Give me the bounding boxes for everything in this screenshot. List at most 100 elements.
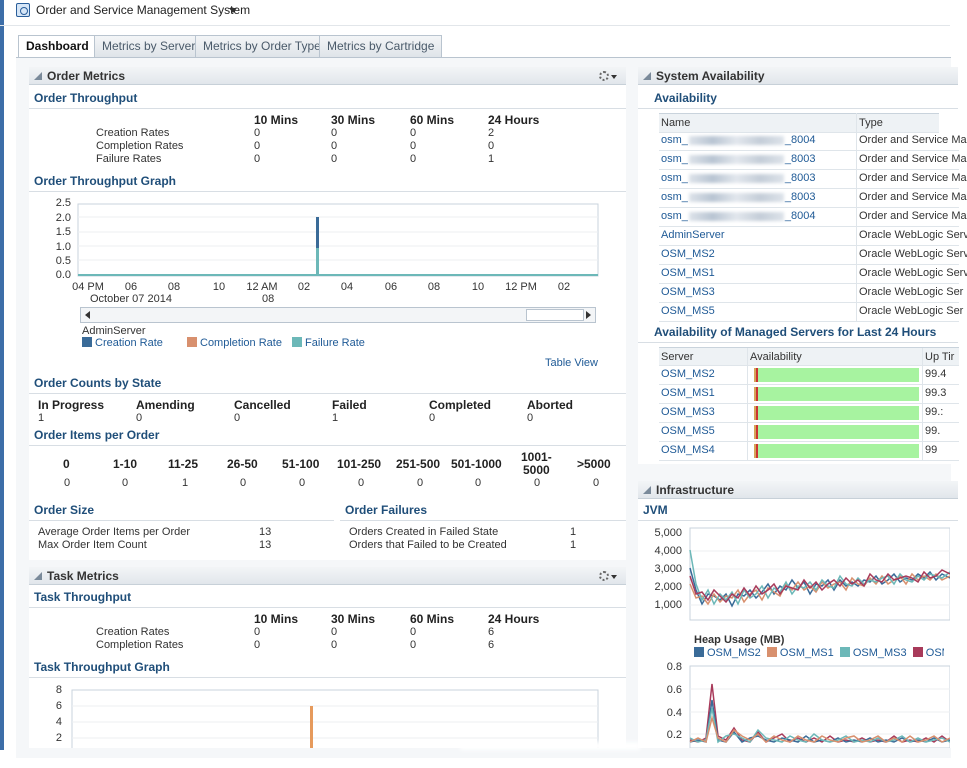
legend-osm-ms3[interactable]: OSM_MS3 bbox=[839, 647, 907, 659]
server-link[interactable]: OSM_MS3 bbox=[661, 406, 715, 418]
tab-metrics-by-server[interactable]: Metrics by Server bbox=[94, 35, 204, 57]
divider bbox=[29, 191, 626, 192]
server-link[interactable]: OSM_MS2 bbox=[661, 248, 715, 260]
collapse-icon[interactable] bbox=[643, 72, 651, 80]
uptime-value: 99.: bbox=[925, 406, 944, 418]
server-link[interactable]: OSM_MS2 bbox=[661, 368, 715, 380]
scroll-left-icon[interactable] bbox=[85, 311, 90, 319]
collapse-icon[interactable] bbox=[643, 486, 651, 494]
table-row[interactable]: AdminServer Oracle WebLogic Serv bbox=[659, 227, 967, 246]
infrastructure-title: Infrastructure bbox=[656, 483, 735, 497]
x-tick: 02 bbox=[298, 281, 310, 293]
app-icon[interactable] bbox=[16, 3, 30, 17]
divider bbox=[29, 445, 626, 446]
bucket-value: 0 bbox=[64, 477, 71, 489]
state-value: 0 bbox=[527, 412, 534, 424]
task-throughput-chart[interactable]: 8 6 4 2 bbox=[40, 682, 610, 748]
task-metrics-header[interactable]: Task Metrics bbox=[29, 567, 626, 585]
gear-icon[interactable] bbox=[599, 70, 617, 82]
legend-creation-rate[interactable]: Creation Rate bbox=[82, 337, 163, 349]
order-items-title: Order Items per Order bbox=[34, 428, 160, 442]
heap-usage-chart[interactable]: 0.8 0.6 0.4 0.2 bbox=[640, 662, 950, 748]
scroll-thumb[interactable] bbox=[526, 309, 584, 321]
legend-label: Creation Rate bbox=[95, 337, 163, 349]
col-name[interactable]: Name bbox=[661, 117, 690, 129]
server-link[interactable]: osm_ _8004 bbox=[661, 210, 816, 222]
server-link[interactable]: osm_ _8004 bbox=[661, 134, 816, 146]
system-availability-header[interactable]: System Availability bbox=[638, 67, 958, 85]
server-link[interactable]: OSM_MS1 bbox=[661, 387, 715, 399]
y-tick: 2,000 bbox=[654, 581, 682, 593]
gear-icon[interactable] bbox=[599, 570, 617, 582]
x-tick: 10 bbox=[472, 281, 484, 293]
legend-swatch bbox=[187, 337, 197, 347]
server-link[interactable]: OSM_MS4 bbox=[661, 444, 715, 456]
y-tick: 4 bbox=[56, 716, 62, 728]
legend-osm[interactable]: OSM bbox=[912, 647, 944, 659]
managed-availability-title: Availability of Managed Servers for Last… bbox=[654, 325, 937, 339]
redacted bbox=[688, 154, 784, 164]
tab-metrics-by-order-type[interactable]: Metrics by Order Type bbox=[195, 35, 329, 57]
legend-osm-ms2[interactable]: OSM_MS2 bbox=[694, 647, 761, 659]
col-uptime[interactable]: Up Tir bbox=[925, 351, 954, 363]
bucket-label: 11-25 bbox=[168, 457, 199, 471]
divider bbox=[29, 393, 626, 394]
value-cell: 0 bbox=[331, 153, 338, 165]
table-row[interactable]: OSM_MS5 Oracle WebLogic Ser bbox=[659, 303, 963, 322]
availability-table: Name Type bbox=[659, 113, 939, 133]
x-tick: 08 bbox=[168, 281, 180, 293]
app-title[interactable]: Order and Service Management System bbox=[36, 3, 250, 17]
state-value: 1 bbox=[332, 412, 339, 424]
divider bbox=[29, 607, 626, 608]
table-row[interactable]: OSM_MS2 Oracle WebLogic Serv bbox=[659, 246, 967, 265]
failure-value: 1 bbox=[570, 539, 577, 551]
infrastructure-header[interactable]: Infrastructure bbox=[638, 481, 958, 499]
legend-osm-ms1[interactable]: OSM_MS1 bbox=[766, 647, 834, 659]
table-view-link[interactable]: Table View bbox=[545, 357, 598, 369]
failure-label: Orders that Failed to be Created bbox=[349, 539, 507, 551]
y-tick: 1.0 bbox=[56, 241, 71, 253]
tab-dashboard[interactable]: Dashboard bbox=[18, 35, 97, 58]
x-tick: 04 PM bbox=[72, 281, 104, 293]
server-link[interactable]: osm_ _8003 bbox=[661, 191, 816, 203]
col-10-mins: 10 Mins bbox=[254, 113, 299, 127]
col-server[interactable]: Server bbox=[661, 351, 693, 363]
table-row[interactable]: osm_ _8003 Order and Service Mar bbox=[659, 170, 967, 189]
table-row[interactable]: osm_ _8004 Order and Service Ma bbox=[659, 132, 967, 151]
scroll-right-icon[interactable] bbox=[586, 311, 591, 319]
order-throughput-graph-title: Order Throughput Graph bbox=[34, 174, 176, 188]
table-row[interactable]: osm_ _8003 Order and Service Mar bbox=[659, 151, 967, 170]
server-link[interactable]: osm_ _8003 bbox=[661, 153, 816, 165]
server-link[interactable]: AdminServer bbox=[661, 229, 725, 241]
server-link[interactable]: OSM_MS1 bbox=[661, 267, 715, 279]
server-link[interactable]: OSM_MS5 bbox=[661, 305, 715, 317]
chart-scrollbar[interactable] bbox=[80, 307, 596, 323]
state-value: 0 bbox=[234, 412, 241, 424]
order-throughput-chart[interactable]: 2.5 2.0 1.5 1.0 0.5 0.0 04 PM 06 08 10 1… bbox=[40, 196, 610, 306]
server-link[interactable]: osm_ _8003 bbox=[661, 172, 816, 184]
divider bbox=[29, 520, 334, 521]
legend-failure-rate[interactable]: Failure Rate bbox=[292, 337, 365, 349]
col-type[interactable]: Type bbox=[859, 117, 883, 129]
table-row[interactable]: osm_ _8003 Order and Service Mar bbox=[659, 189, 967, 208]
table-row[interactable]: OSM_MS1 Oracle WebLogic Serv bbox=[659, 265, 967, 284]
value-cell: 0 bbox=[254, 140, 261, 152]
chevron-down-icon[interactable] bbox=[229, 8, 237, 13]
bucket-label: >5000 bbox=[577, 457, 611, 471]
jvm-chart[interactable]: 5,000 4,000 3,000 2,000 1,000 bbox=[640, 524, 950, 624]
tab-metrics-by-cartridge[interactable]: Metrics by Cartridge bbox=[319, 35, 443, 57]
order-metrics-header[interactable]: Order Metrics bbox=[29, 67, 626, 85]
system-availability-title: System Availability bbox=[656, 69, 765, 83]
server-link[interactable]: OSM_MS3 bbox=[661, 286, 715, 298]
state-label: Failed bbox=[332, 398, 367, 412]
collapse-icon[interactable] bbox=[34, 72, 42, 80]
table-row[interactable]: OSM_MS3 Oracle WebLogic Ser bbox=[659, 284, 963, 303]
legend-completion-rate[interactable]: Completion Rate bbox=[187, 337, 282, 349]
heap-usage-label: Heap Usage (MB) bbox=[694, 634, 785, 646]
collapse-icon[interactable] bbox=[34, 572, 42, 580]
col-availability[interactable]: Availability bbox=[750, 351, 802, 363]
table-row[interactable]: osm_ _8004 Order and Service Mar bbox=[659, 208, 967, 227]
server-link[interactable]: OSM_MS5 bbox=[661, 425, 715, 437]
col-60-mins: 60 Mins bbox=[410, 612, 455, 626]
x-tick: 02 bbox=[558, 281, 570, 293]
